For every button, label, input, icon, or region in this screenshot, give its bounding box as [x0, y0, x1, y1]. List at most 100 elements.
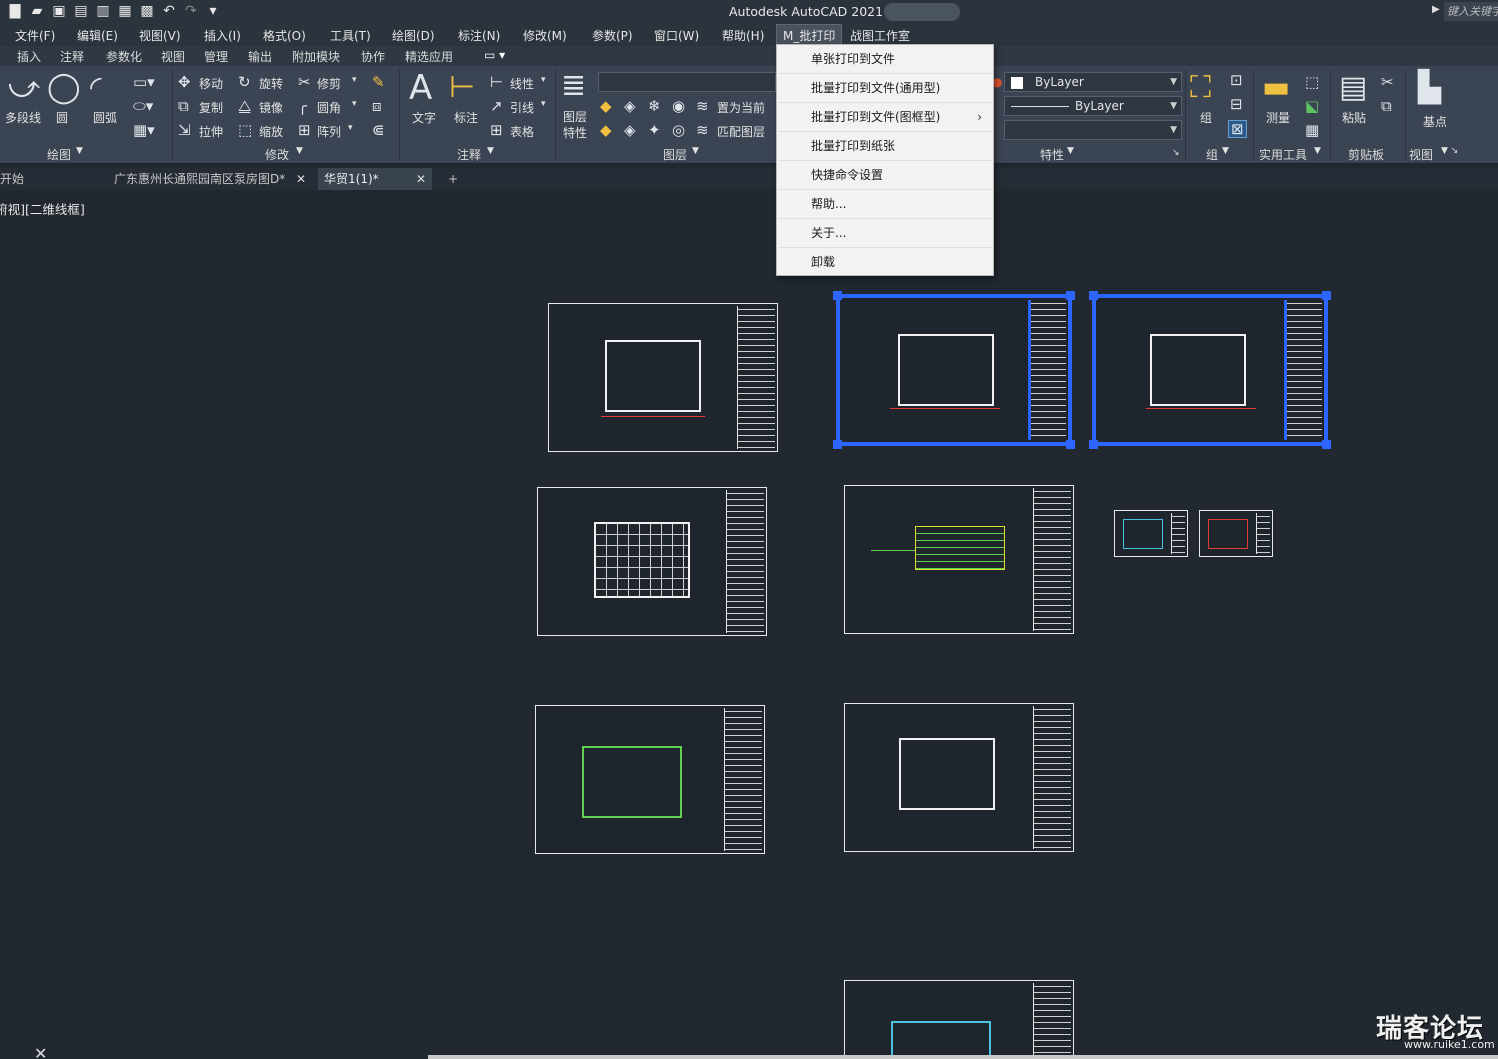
tab-view[interactable]: 视图 [161, 48, 185, 65]
customize-icon[interactable]: ▾ [204, 2, 222, 20]
erase-icon[interactable]: ✎ [372, 74, 385, 90]
polyline-icon[interactable]: ⤻ [8, 72, 40, 104]
save-icon[interactable]: ▣ [50, 2, 68, 20]
chevron-down-icon[interactable]: ▾ [348, 123, 353, 133]
drawing-sheet[interactable] [844, 980, 1074, 1059]
layer-properties-icon[interactable]: ≣ [561, 70, 586, 102]
linear-button[interactable]: 线性 [510, 75, 534, 92]
panel-annotation[interactable]: 注释 [457, 146, 481, 163]
grip-handle[interactable] [1066, 440, 1075, 449]
panel-properties[interactable]: 特性 [1040, 146, 1064, 163]
drawing-sheet[interactable] [537, 487, 767, 636]
menu-file[interactable]: 文件(F) [15, 27, 55, 44]
menu-tools[interactable]: 工具(T) [330, 27, 371, 44]
drawing-sheet-selected[interactable] [1089, 291, 1331, 449]
panel-view[interactable]: 视图 [1409, 146, 1433, 163]
ellipse-icon[interactable]: ⬭▾ [133, 98, 153, 114]
menu-item-single-plot[interactable]: 单张打印到文件 [778, 45, 992, 74]
scale-button[interactable]: 缩放 [259, 123, 283, 140]
grip-handle[interactable] [833, 440, 842, 449]
chevron-down-icon[interactable]: ▾ [541, 75, 546, 85]
web-icon[interactable]: ▥ [94, 2, 112, 20]
chevron-down-icon[interactable]: ▼ [1067, 146, 1074, 156]
layer-lock-icon[interactable]: ◉ [672, 98, 685, 114]
grip-handle[interactable] [833, 291, 842, 300]
menu-dimension[interactable]: 标注(N) [458, 27, 500, 44]
chevron-down-icon[interactable]: ▼ [296, 146, 303, 156]
paste-icon[interactable]: ▤ [1339, 72, 1367, 104]
text-button[interactable]: 文字 [412, 109, 436, 126]
offset-icon[interactable]: ⋐ [372, 122, 385, 138]
select-all-icon[interactable]: ⬕ [1305, 98, 1319, 114]
grip-handle[interactable] [1322, 440, 1331, 449]
detail-sheet[interactable] [1114, 510, 1188, 557]
grip-handle[interactable] [1066, 291, 1075, 300]
rectangle-icon[interactable]: ▭▾ [133, 74, 155, 90]
panel-groups[interactable]: 组 [1206, 146, 1218, 163]
measure-button[interactable]: 测量 [1266, 109, 1290, 126]
save-as-icon[interactable]: ▤ [72, 2, 90, 20]
layer-on-icon[interactable]: ◆ [600, 122, 612, 138]
menu-help[interactable]: 帮助(H) [722, 27, 764, 44]
match-layer-button[interactable]: 匹配图层 [717, 123, 765, 140]
drawing-sheet[interactable] [844, 703, 1074, 852]
menu-item-help[interactable]: 帮助... [778, 190, 992, 219]
quick-select-icon[interactable]: ⬚ [1305, 74, 1319, 90]
drawing-sheet[interactable] [844, 485, 1074, 634]
trim-button[interactable]: 修剪 [317, 75, 341, 92]
layer-unlock-icon[interactable]: ◎ [672, 122, 685, 138]
layer-properties-button[interactable]: 图层特性 [563, 109, 591, 141]
polyline-button[interactable]: 多段线 [5, 109, 41, 126]
dialog-launcher-icon[interactable]: ↘ [1172, 148, 1180, 158]
plot-icon[interactable]: ▦ [116, 2, 134, 20]
panel-modify[interactable]: 修改 [265, 146, 289, 163]
search-input[interactable]: 键入关键字 [1444, 2, 1498, 21]
grip-handle[interactable] [1089, 440, 1098, 449]
close-icon[interactable]: ✕ [416, 168, 426, 190]
tab-insert[interactable]: 插入 [17, 48, 41, 65]
layer-isolate-icon[interactable]: ◈ [624, 98, 636, 114]
menu-format[interactable]: 格式(O) [263, 27, 306, 44]
undo-icon[interactable]: ↶ [160, 2, 178, 20]
table-button[interactable]: 表格 [510, 123, 534, 140]
group-icon[interactable]: ⛶ [1190, 72, 1211, 104]
text-icon[interactable]: A [409, 70, 432, 106]
move-button[interactable]: 移动 [199, 75, 223, 92]
layer-unisolate-icon[interactable]: ◈ [624, 122, 636, 138]
ungroup-icon[interactable]: ⊡ [1230, 72, 1243, 88]
drawing-sheet-selected[interactable] [833, 291, 1075, 449]
chevron-down-icon[interactable]: ▼ [1314, 146, 1321, 156]
base-point-button[interactable]: 基点 [1423, 113, 1447, 130]
new-icon[interactable]: ▇ [6, 2, 24, 20]
tab-file-pump-room[interactable]: 广东惠州长通熙园南区泵房图D* ✕ [108, 168, 312, 190]
lineweight-combo[interactable]: ▼ [1004, 120, 1182, 140]
tab-annotate[interactable]: 注释 [60, 48, 84, 65]
viewport-controls[interactable]: [-][俯视][二维线框] [0, 199, 85, 218]
ribbon-toggle-icon[interactable]: ▭ ▾ [484, 48, 505, 62]
fillet-button[interactable]: 圆角 [317, 99, 341, 116]
dimension-button[interactable]: 标注 [454, 109, 478, 126]
menu-batch-plot[interactable]: M_批打印 [776, 24, 843, 46]
menu-insert[interactable]: 插入(I) [204, 27, 241, 44]
menu-modify[interactable]: 修改(M) [523, 27, 567, 44]
menu-item-shortcut-settings[interactable]: 快捷命令设置 [778, 161, 992, 190]
mirror-button[interactable]: 镜像 [259, 99, 283, 116]
tab-parametric[interactable]: 参数化 [106, 48, 142, 65]
stretch-button[interactable]: 拉伸 [199, 123, 223, 140]
chevron-right-icon[interactable]: ▶ [1432, 4, 1440, 15]
tab-collaborate[interactable]: 协作 [361, 48, 385, 65]
chevron-down-icon[interactable]: ▾ [352, 75, 357, 85]
arc-icon[interactable]: ◜ [90, 72, 102, 104]
rotate-button[interactable]: 旋转 [259, 75, 283, 92]
measure-icon[interactable]: ▬ [1262, 72, 1290, 104]
tab-featured-apps[interactable]: 精选应用 [405, 48, 453, 65]
cut-icon[interactable]: ✂ [1381, 74, 1394, 90]
linetype-combo[interactable]: ByLayer ▼ [1004, 96, 1182, 116]
menu-parametric[interactable]: 参数(P) [592, 27, 633, 44]
array-button[interactable]: 阵列 [317, 123, 341, 140]
new-tab-button[interactable]: + [442, 168, 466, 190]
layer-thaw-icon[interactable]: ✦ [648, 122, 661, 138]
group-edit-icon[interactable]: ⊟ [1230, 96, 1243, 112]
chevron-down-icon[interactable]: ▼ [1222, 146, 1229, 156]
copy-button[interactable]: 复制 [199, 99, 223, 116]
